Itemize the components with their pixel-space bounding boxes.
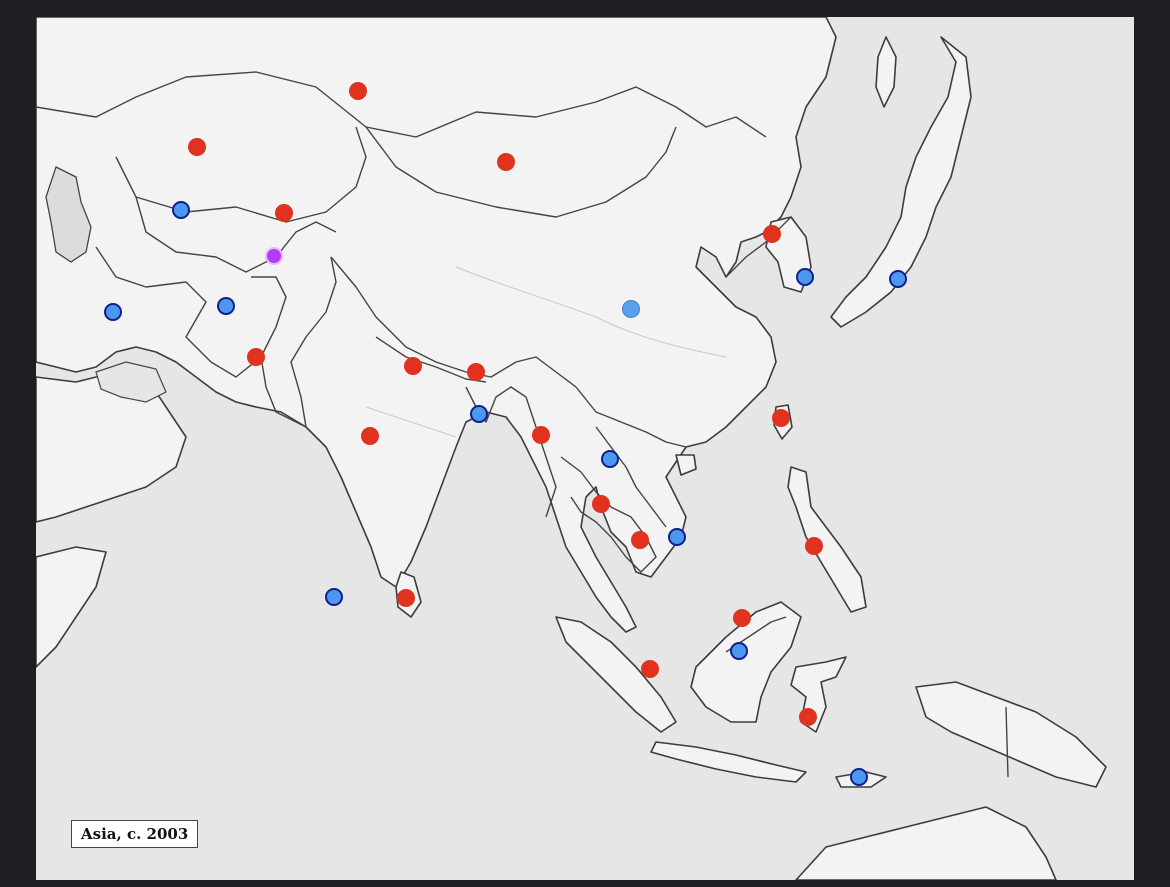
map-marker-purple[interactable] bbox=[265, 247, 283, 265]
map-marker-red[interactable] bbox=[467, 363, 485, 381]
map-marker-red[interactable] bbox=[641, 660, 659, 678]
map-marker-red[interactable] bbox=[275, 204, 293, 222]
map-marker-red[interactable] bbox=[532, 426, 550, 444]
map-title-label: Asia, c. 2003 bbox=[71, 820, 199, 848]
map-marker-blue[interactable] bbox=[470, 405, 488, 423]
map-marker-red[interactable] bbox=[404, 357, 422, 375]
map-marker-blue[interactable] bbox=[601, 450, 619, 468]
map-marker-red[interactable] bbox=[631, 531, 649, 549]
map-marker-blue[interactable] bbox=[730, 642, 748, 660]
map-marker-red[interactable] bbox=[397, 589, 415, 607]
map-marker-red[interactable] bbox=[733, 609, 751, 627]
map-marker-red[interactable] bbox=[247, 348, 265, 366]
map-marker-blue[interactable] bbox=[325, 588, 343, 606]
map-marker-blue[interactable] bbox=[668, 528, 686, 546]
map-marker-blue[interactable] bbox=[796, 268, 814, 286]
map-marker-blue[interactable] bbox=[104, 303, 122, 321]
map-marker-blue[interactable] bbox=[172, 201, 190, 219]
map-marker-light-blue[interactable] bbox=[622, 300, 640, 318]
map-marker-red[interactable] bbox=[497, 153, 515, 171]
map-marker-red[interactable] bbox=[763, 225, 781, 243]
map-marker-blue[interactable] bbox=[850, 768, 868, 786]
map-marker-red[interactable] bbox=[772, 409, 790, 427]
map-marker-red[interactable] bbox=[805, 537, 823, 555]
map-marker-red[interactable] bbox=[349, 82, 367, 100]
map-marker-blue[interactable] bbox=[889, 270, 907, 288]
map-marker-red[interactable] bbox=[592, 495, 610, 513]
map-marker-red[interactable] bbox=[361, 427, 379, 445]
map-marker-red[interactable] bbox=[799, 708, 817, 726]
map-marker-red[interactable] bbox=[188, 138, 206, 156]
map-marker-blue[interactable] bbox=[217, 297, 235, 315]
map-frame: Asia, c. 2003 bbox=[36, 17, 1134, 880]
